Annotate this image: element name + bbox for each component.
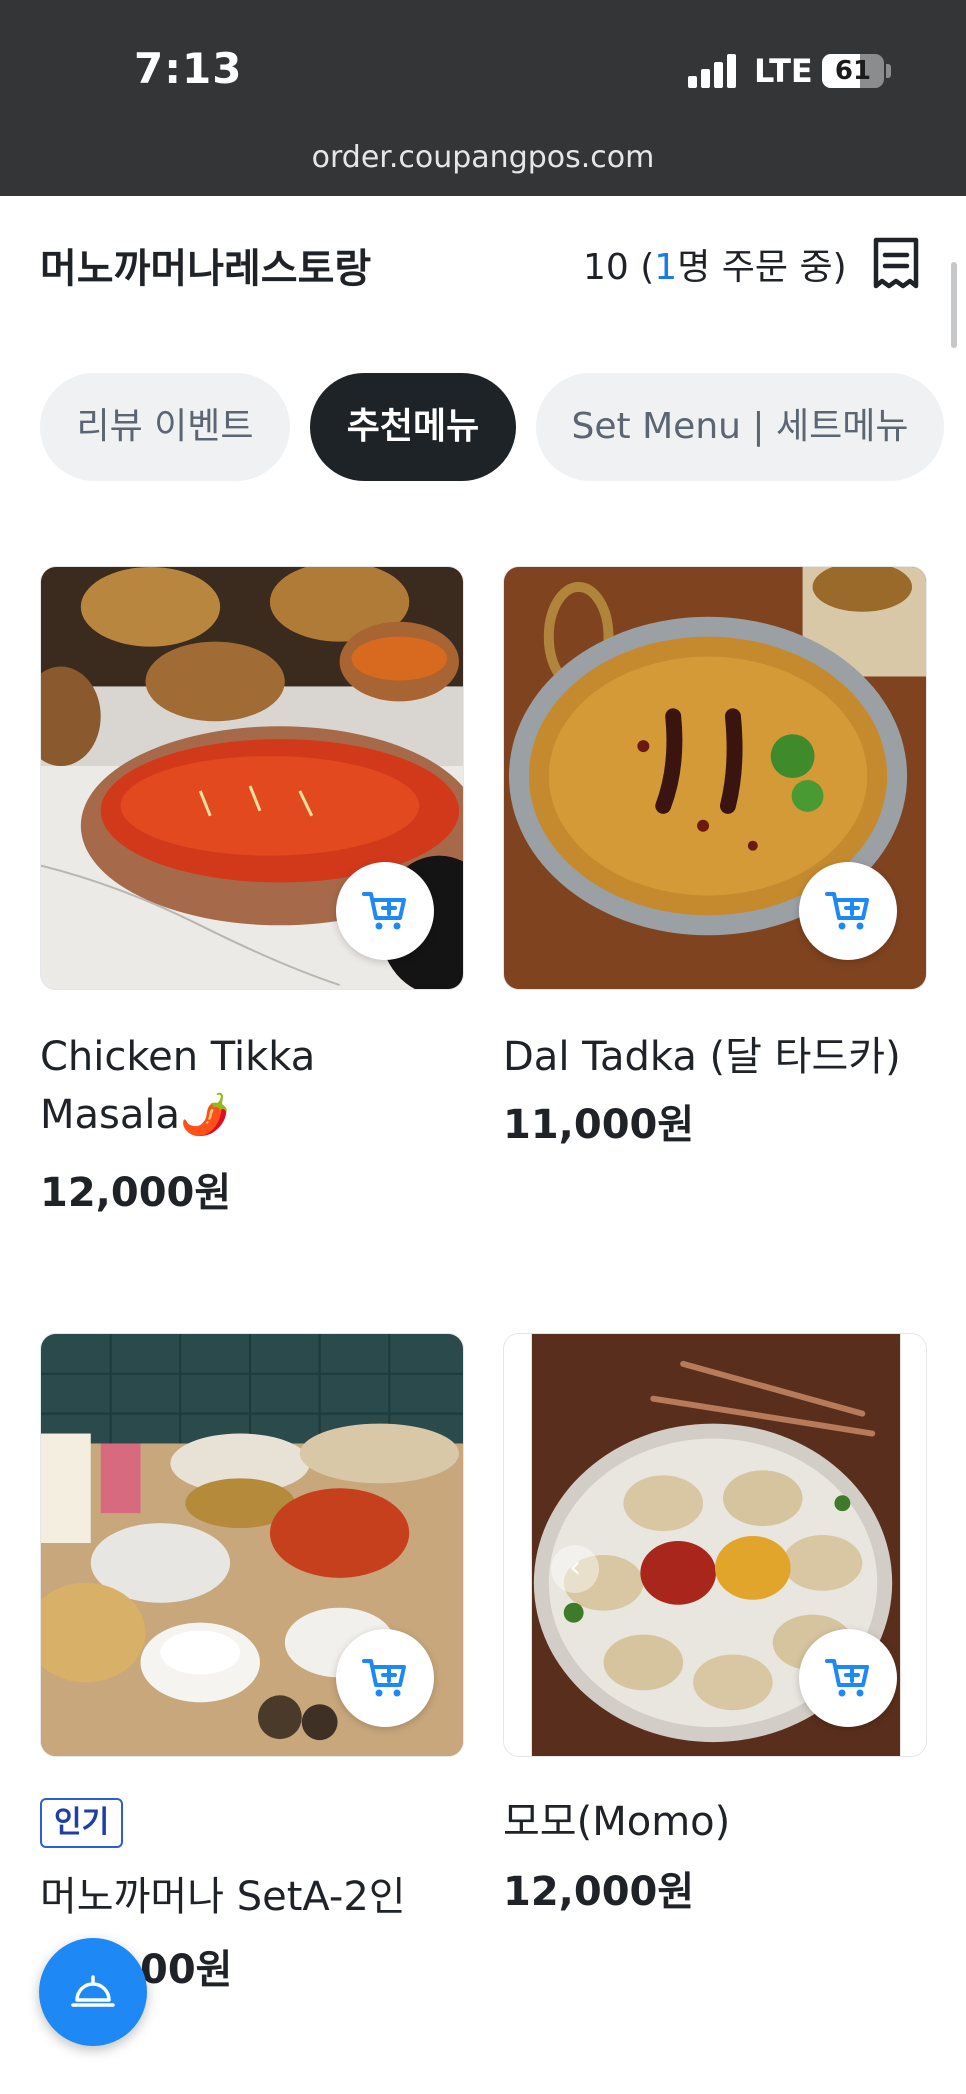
menu-card[interactable]: 인기 머노까머나 SetA-2인 00원 [40,1333,464,1993]
menu-item-price: 11,000원 [503,1102,695,1148]
menu-card[interactable]: ‹ 모모(Momo) 12,000원 [503,1333,927,1915]
battery-level: 61 [834,56,872,86]
category-tabs: 리뷰 이벤트 추천메뉴 Set Menu | 세트메뉴 [40,373,966,481]
ordering-count: 1 [654,247,678,288]
table-number: 10 ( [583,247,655,288]
cart-plus-icon [362,892,406,930]
menu-item-price: 00원 [140,1947,233,1993]
menu-item-price: 12,000원 [40,1170,232,1216]
menu-card[interactable]: Chicken Tikka Masala🌶️ 12,000원 [40,566,464,1216]
status-time: 7:13 [134,44,243,93]
menu-item-name[interactable]: Dal Tadka (달 타드카) [503,1028,927,1086]
battery-nub [886,64,891,78]
cart-plus-icon [825,892,869,930]
tab-set-menu[interactable]: Set Menu | 세트메뉴 [536,373,944,481]
ordering-suffix: 명 주문 중) [677,247,847,288]
menu-item-price: 12,000원 [503,1869,695,1915]
menu-card[interactable]: Dal Tadka (달 타드카) 11,000원 [503,566,927,1166]
battery-icon: 61 [822,54,884,88]
service-bell-icon [71,1975,115,2007]
network-label: LTE [754,52,813,90]
menu-item-name[interactable]: 모모(Momo) [503,1793,927,1851]
signal-icon [688,54,736,88]
receipt-icon [873,237,919,289]
add-to-cart-button[interactable] [799,1629,897,1727]
tab-review-event[interactable]: 리뷰 이벤트 [40,373,290,481]
carousel-prev-button[interactable]: ‹ [551,1545,599,1593]
cart-plus-icon [362,1659,406,1697]
add-to-cart-button[interactable] [799,862,897,960]
tab-recommended[interactable]: 추천메뉴 [310,373,516,481]
page-scrollbar[interactable] [951,262,957,348]
chevron-left-icon: ‹ [569,1550,581,1585]
address-bar-url[interactable]: order.coupangpos.com [0,140,966,175]
call-staff-button[interactable] [39,1938,147,2046]
add-to-cart-button[interactable] [336,862,434,960]
cart-plus-icon [825,1659,869,1697]
add-to-cart-button[interactable] [336,1629,434,1727]
restaurant-name: 머노까머나레스토랑 [40,246,372,292]
order-history-button[interactable] [870,236,922,292]
table-order-status: 10 (1명 주문 중) [583,238,847,290]
menu-item-name[interactable]: 머노까머나 SetA-2인 [40,1868,464,1926]
menu-item-name[interactable]: Chicken Tikka Masala🌶️ [40,1028,400,1144]
status-bar: 7:13 LTE 61 order.coupangpos.com [0,0,966,196]
popular-badge: 인기 [40,1798,124,1848]
